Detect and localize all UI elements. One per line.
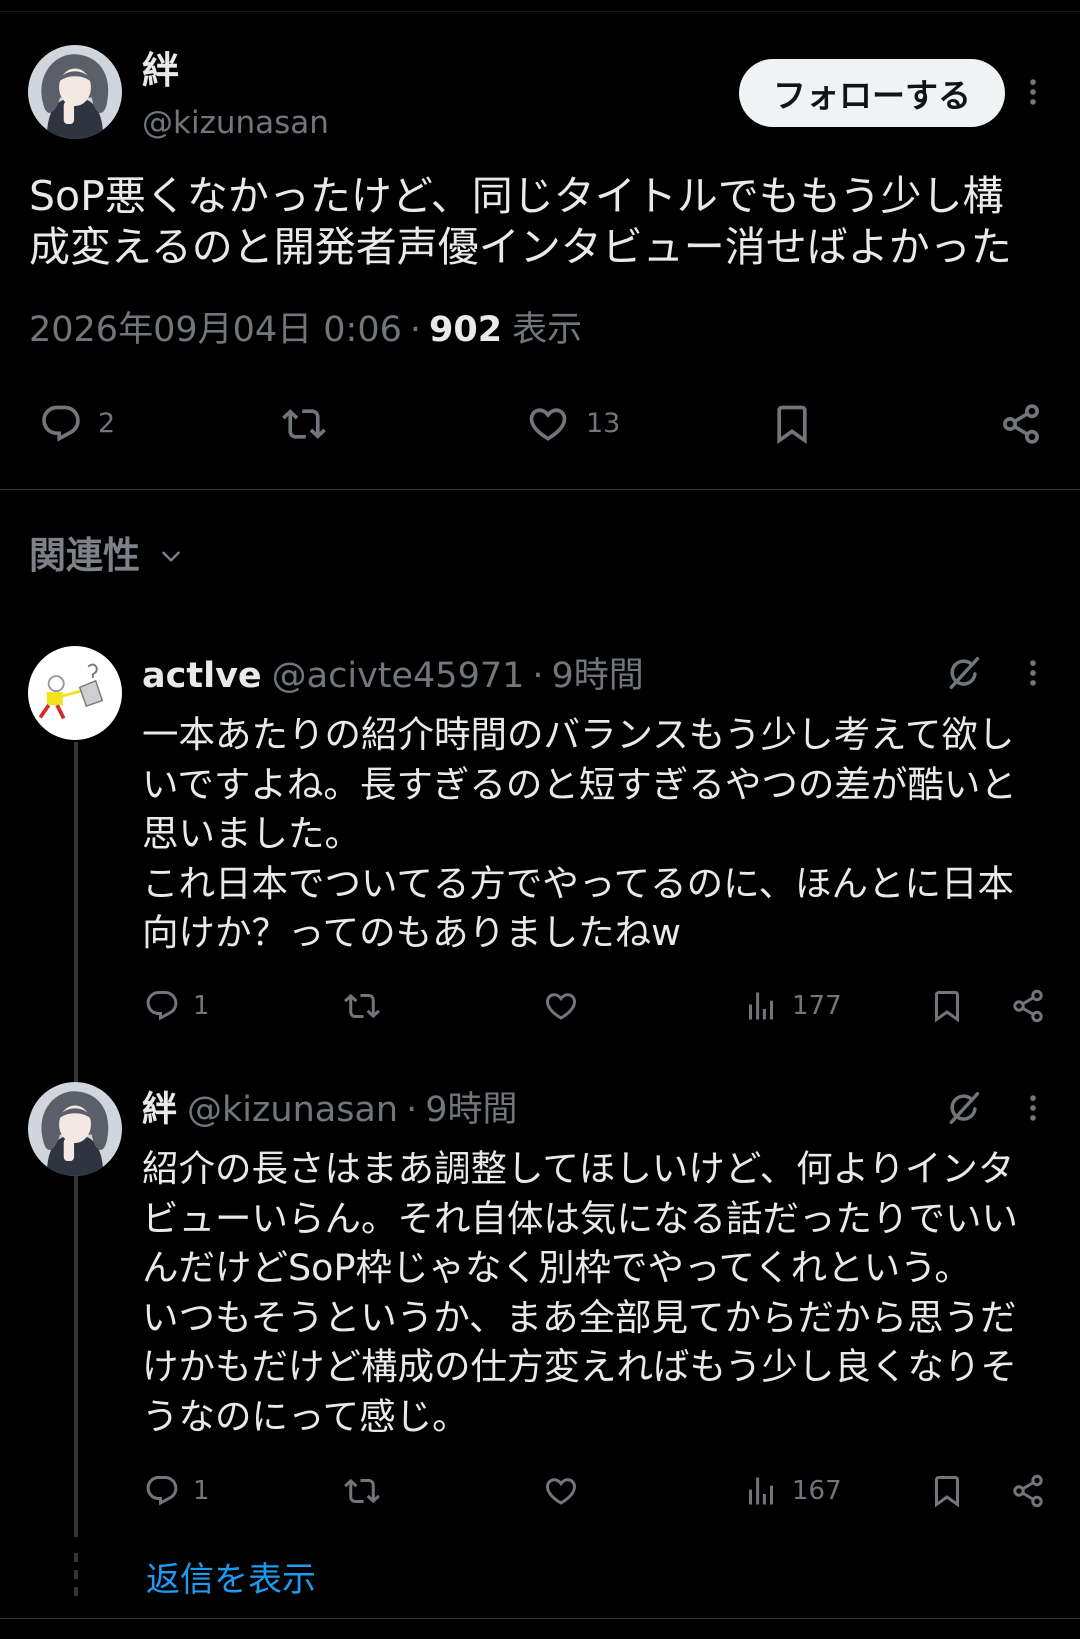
more-icon[interactable] <box>1016 1091 1050 1125</box>
sort-dropdown[interactable]: 関連性 <box>29 534 140 578</box>
reply-count: 1 <box>193 991 210 1021</box>
reply-icon[interactable] <box>144 1473 180 1509</box>
share-icon[interactable] <box>999 402 1043 446</box>
post-meta: 2026年09月04日 0:06 · 902 表示 <box>29 308 582 352</box>
views-count: 177 <box>792 991 842 1021</box>
more-icon[interactable] <box>1016 75 1050 109</box>
grok-icon[interactable] <box>945 654 983 692</box>
meta-separator: · <box>532 656 544 696</box>
section-divider <box>0 489 1080 490</box>
post-text-line: SoP悪くなかったけど、同じタイトルでももう少し構 <box>29 172 1004 220</box>
avatar-image <box>28 1082 122 1176</box>
reply-text-line: いつもそうというか、まあ全部見てからだから思うだ <box>142 1295 1017 1339</box>
retweet-icon[interactable] <box>344 988 380 1024</box>
reply-avatar[interactable] <box>28 1082 122 1176</box>
avatar-image <box>28 45 122 139</box>
reply-text-line: いですよね。長すぎるのと短すぎるやつの差が酷いと <box>142 762 1017 806</box>
reply-count: 2 <box>98 408 116 439</box>
reply-text-line: 思いました。 <box>142 812 361 856</box>
reply-text-line: んだけどSoP枠じゃなく別枠でやってくれという。 <box>142 1246 971 1290</box>
more-icon[interactable] <box>1016 656 1050 690</box>
reply-text-line: うなのにって感じ。 <box>142 1394 469 1438</box>
reply-text-line: 紹介の長さはまあ調整してほしいけど、何よりインタ <box>142 1147 1015 1190</box>
thread-dot <box>74 1553 78 1562</box>
reply-text-line: けかもだけど構成の仕方変えればもう少し良くなりそ <box>142 1345 1017 1389</box>
reply-author-handle[interactable]: @acivte45971 <box>272 656 525 696</box>
reply-header: 絆 @kizunasan · 9時間 <box>142 1088 517 1132</box>
author-name[interactable]: 絆 <box>142 49 179 93</box>
views-count: 167 <box>792 1476 842 1506</box>
author-avatar[interactable] <box>28 45 122 139</box>
reply-avatar[interactable] <box>28 646 122 740</box>
reply-time[interactable]: 9時間 <box>425 1090 517 1130</box>
like-icon[interactable] <box>543 988 579 1024</box>
post-text: SoP悪くなかったけど、同じタイトルでももう少し構 成変えるのと開発者声優インタ… <box>29 171 1069 273</box>
reply-author-handle[interactable]: @kizunasan <box>187 1090 398 1130</box>
views-count: 902 <box>429 310 503 350</box>
thread-dot <box>74 1587 78 1596</box>
bookmark-icon[interactable] <box>770 402 814 446</box>
show-replies-link[interactable]: 返信を表示 <box>146 1558 316 1602</box>
chevron-down-icon[interactable] <box>158 543 184 569</box>
reply-text-line: ビューいらん。それ自体は気になる話だったりでいい <box>142 1196 1018 1240</box>
follow-button[interactable]: フォローする <box>739 59 1005 127</box>
post-text-line: 成変えるのと開発者声優インタビュー消せばよかった <box>29 223 1012 271</box>
top-divider <box>0 11 1080 12</box>
reply-text: 紹介の長さはまあ調整してほしいけど、何よりインタ ビューいらん。それ自体は気にな… <box>142 1144 1052 1442</box>
share-icon[interactable] <box>1010 1473 1046 1509</box>
post-timestamp[interactable]: 2026年09月04日 0:06 <box>29 310 402 350</box>
reply-text-line: これ日本でついてる方でやってるのに、ほんとに日本 <box>142 861 1014 905</box>
retweet-icon[interactable] <box>282 402 326 446</box>
like-icon[interactable] <box>543 1473 579 1509</box>
reply-header: actlve @acivte45971 · 9時間 <box>142 654 644 698</box>
grok-icon[interactable] <box>945 1089 983 1127</box>
reply-author-name[interactable]: 絆 <box>142 1090 177 1130</box>
author-handle[interactable]: @kizunasan <box>142 103 329 143</box>
reply-author-name[interactable]: actlve <box>142 656 262 696</box>
bookmark-icon[interactable] <box>929 988 965 1024</box>
views-label: 表示 <box>512 310 583 350</box>
meta-separator: · <box>409 310 422 350</box>
share-icon[interactable] <box>1010 988 1046 1024</box>
reply-text-line: 向けか？ってのもありましたねw <box>142 911 682 955</box>
retweet-icon[interactable] <box>344 1473 380 1509</box>
bottom-divider <box>0 1618 1080 1619</box>
reply-text-line: 一本あたりの紹介時間のバランスもう少し考えて欲し <box>142 713 1015 756</box>
reply-time[interactable]: 9時間 <box>552 656 644 696</box>
reply-icon[interactable] <box>39 402 83 446</box>
like-icon[interactable] <box>526 402 570 446</box>
views-icon[interactable] <box>743 988 779 1024</box>
thread-dot <box>74 1570 78 1579</box>
reply-icon[interactable] <box>144 988 180 1024</box>
bookmark-icon[interactable] <box>929 1473 965 1509</box>
views-icon[interactable] <box>743 1473 779 1509</box>
avatar-image <box>28 646 122 740</box>
like-count: 13 <box>586 408 621 439</box>
follow-button-label: フォローする <box>773 76 971 115</box>
meta-separator: · <box>406 1090 418 1130</box>
reply-text: 一本あたりの紹介時間のバランスもう少し考えて欲し いですよね。長すぎるのと短すぎ… <box>142 710 1052 958</box>
reply-count: 1 <box>193 1476 210 1506</box>
